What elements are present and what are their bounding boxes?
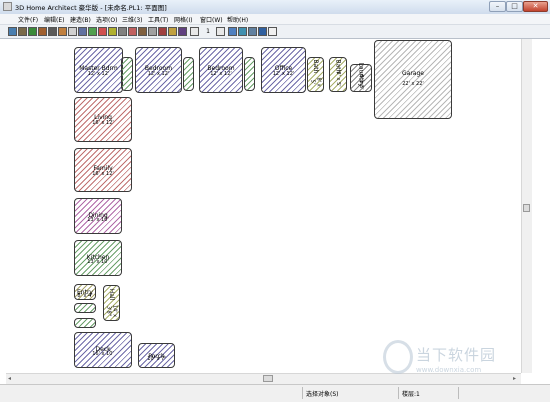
title-bar: 3D Home Architect 豪华版 - [未命名.PL1: 平面图] –… [0, 0, 550, 15]
room-dims: 13' x 10' [87, 258, 109, 265]
room-closet[interactable] [244, 57, 255, 91]
close-button[interactable]: ✕ [523, 1, 548, 12]
overview-icon[interactable] [248, 27, 257, 36]
watermark-url: www.downxia.com [416, 366, 482, 374]
fill-tool-icon[interactable] [128, 27, 137, 36]
room-name: Garage [402, 70, 424, 78]
room-dims: 13' x 10' [87, 216, 109, 223]
room-closet[interactable] [121, 57, 133, 91]
room-dims: 14' x 3'8" [105, 304, 118, 317]
menu-bar: 文件(F) 编辑(E) 建造(B) 选项(O) 三维(3) 工具(T) 网格(I… [0, 14, 550, 25]
menu-3d[interactable]: 三维(3) [122, 15, 143, 24]
room-dims: 22' x 22' [402, 81, 424, 88]
menu-help[interactable]: 帮助(H) [227, 15, 248, 24]
room-dims: 8' x 5' [335, 71, 341, 87]
app-icon [3, 2, 12, 11]
fixture-tool-icon[interactable] [68, 27, 77, 36]
status-separator [398, 387, 399, 399]
room-closet[interactable] [74, 303, 96, 313]
door-tool-icon[interactable] [38, 27, 47, 36]
room-dims: 12' x 12' [147, 70, 170, 77]
room-dims: 8' x 5' [309, 77, 322, 87]
room-dims: 16' x 10' [92, 350, 114, 357]
scroll-left-icon[interactable]: ◂ [8, 375, 11, 382]
dimension-tool-icon[interactable] [118, 27, 127, 36]
room-dims: 12' x 12' [210, 70, 232, 77]
pencil-tool-icon[interactable] [168, 27, 177, 36]
roof-tool-icon[interactable] [98, 27, 107, 36]
floor-plan-canvas[interactable]: Master Bdrm 12' x 12' Bedroom 12' x 12' … [6, 39, 517, 373]
room-garage[interactable]: Garage 22' x 22' [374, 40, 452, 119]
cabinet-tool-icon[interactable] [58, 27, 67, 36]
room-office[interactable]: Office 12' x 12' [261, 47, 306, 93]
plant-tool-icon[interactable] [88, 27, 97, 36]
vertical-scroll-thumb[interactable] [523, 204, 530, 212]
stairs-tool-icon[interactable] [78, 27, 87, 36]
room-name: Bath [312, 59, 319, 74]
furniture-tool-icon[interactable] [138, 27, 147, 36]
status-bar: 选择对象(S) 楼层:1 [0, 384, 550, 402]
status-separator [302, 387, 303, 399]
room-dims: 12' x 12' [272, 70, 295, 77]
watermark-text: 当下软件园 [416, 346, 497, 364]
menu-build[interactable]: 建造(B) [70, 15, 91, 24]
layer-tool-icon[interactable] [148, 27, 157, 36]
select-tool-icon[interactable] [8, 27, 17, 36]
watermark: 当下软件园 www.downxia.com [383, 340, 543, 385]
room-master-bedroom[interactable]: Master Bdrm 12' x 12' [74, 47, 123, 93]
room-closet[interactable] [74, 318, 96, 328]
zoom-icon[interactable] [268, 27, 277, 36]
menu-options[interactable]: 选项(O) [96, 15, 117, 24]
room-dims: 8' x 4' [77, 292, 93, 299]
room-entry[interactable]: Entry 8' x 4' [74, 284, 96, 300]
room-bath-1[interactable]: Bath 8' x 5' [307, 57, 324, 92]
room-bath-2[interactable]: Bath 8' x 5' [329, 57, 347, 92]
text-tool-icon[interactable] [158, 27, 167, 36]
maximize-button[interactable]: □ [506, 1, 523, 12]
plan-view-icon[interactable] [228, 27, 237, 36]
room-dims: 12' x 12' [87, 70, 110, 77]
render-icon[interactable] [258, 27, 267, 36]
menu-file[interactable]: 文件(F) [18, 15, 38, 24]
room-laundry[interactable]: Laundry 8' x 5' [350, 62, 372, 92]
room-closet[interactable] [183, 57, 194, 91]
window-title: 3D Home Architect 豪华版 - [未命名.PL1: 平面图] [15, 4, 167, 12]
room-bedroom-1[interactable]: Bedroom 12' x 12' [135, 47, 182, 93]
material-tool-icon[interactable] [178, 27, 187, 36]
floor-up-icon[interactable] [216, 27, 225, 36]
room-dims: 10' x 7' [147, 355, 166, 362]
floor-number: 1 [206, 28, 210, 35]
wall-tool-icon[interactable] [18, 27, 27, 36]
watermark-logo-icon [383, 340, 413, 374]
room-tool-icon[interactable] [28, 27, 37, 36]
room-hall[interactable]: Hall 14' x 3'8" [103, 285, 120, 321]
menu-grid[interactable]: 网格(I) [174, 15, 192, 24]
status-floor: 楼层:1 [402, 391, 420, 398]
room-deck[interactable]: Deck 16' x 10' [74, 332, 132, 368]
room-family[interactable]: Family 16' x 12' [74, 148, 132, 192]
camera-view-icon[interactable] [238, 27, 247, 36]
floor-down-icon[interactable] [190, 27, 199, 36]
status-separator [458, 387, 459, 399]
minimize-button[interactable]: – [489, 1, 506, 12]
toolbar: 1 [0, 25, 550, 39]
room-porch[interactable]: Porch 10' x 7' [138, 343, 175, 368]
room-bedroom-2[interactable]: Bedroom 12' x 12' [199, 47, 243, 93]
room-dims: 8' x 5' [358, 74, 364, 90]
room-dims: 16' x 12' [92, 120, 114, 127]
room-dims: 16' x 12' [92, 170, 114, 177]
vertical-scrollbar[interactable] [521, 39, 532, 373]
status-selected: 选择对象(S) [306, 391, 339, 398]
horizontal-scroll-thumb[interactable] [263, 375, 273, 382]
electrical-tool-icon[interactable] [108, 27, 117, 36]
room-living[interactable]: Living 16' x 12' [74, 97, 132, 142]
menu-edit[interactable]: 编辑(E) [44, 15, 64, 24]
room-dining[interactable]: Dining 13' x 10' [74, 198, 122, 234]
menu-window[interactable]: 窗口(W) [200, 15, 223, 24]
menu-tools[interactable]: 工具(T) [148, 15, 168, 24]
room-name: Hall [108, 288, 115, 301]
window-tool-icon[interactable] [48, 27, 57, 36]
room-kitchen[interactable]: Kitchen 13' x 10' [74, 240, 122, 276]
